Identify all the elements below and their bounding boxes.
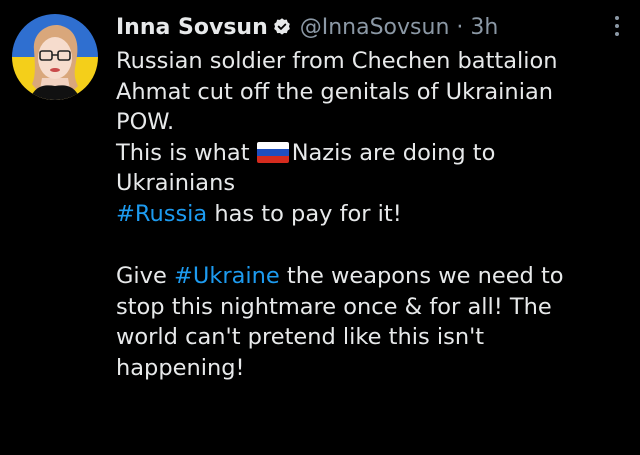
- russia-flag-emoji-icon: [256, 141, 289, 163]
- tweet-card: Inna Sovsun @InnaSovsun · 3h Russian sol…: [0, 0, 640, 455]
- tweet-line: Ahmat cut off the genitals of Ukrainian: [116, 78, 553, 105]
- author-handle[interactable]: @InnaSovsun: [300, 15, 450, 40]
- verified-badge-icon: [272, 17, 292, 37]
- user-avatar-photo-icon: [30, 25, 80, 100]
- hashtag-link-ukraine[interactable]: #Ukraine: [174, 263, 280, 289]
- tweet-line: stop this nightmare once & for all! The: [116, 293, 552, 320]
- tweet-line: happening!: [116, 354, 245, 381]
- author-avatar[interactable]: [12, 14, 98, 100]
- tweet-line: world can't pretend like this isn't: [116, 324, 485, 350]
- tweet-line: Russian soldier from Chechen battalion: [116, 48, 558, 74]
- tweet-text-segment: This is what: [116, 139, 257, 166]
- separator-dot: ·: [456, 14, 464, 40]
- tweet-line: Give #Ukraine the weapons we need to: [116, 261, 626, 292]
- author-display-name[interactable]: Inna Sovsun: [116, 15, 268, 40]
- tweet-line: #Russia has to pay for it!: [116, 199, 626, 230]
- tweet-line: Ukrainians: [116, 170, 236, 196]
- tweet-timestamp[interactable]: 3h: [470, 15, 498, 40]
- tweet-text: Russian soldier from Chechen battalion A…: [116, 46, 626, 383]
- tweet-text-segment: the weapons we need to: [279, 263, 564, 289]
- hashtag-link-russia[interactable]: #Russia: [116, 201, 207, 227]
- tweet-text-segment: Nazis are doing to: [291, 139, 496, 166]
- tweet-header: Inna Sovsun @InnaSovsun · 3h: [116, 10, 498, 44]
- tweet-line: POW.: [116, 109, 175, 135]
- more-vertical-icon[interactable]: [614, 16, 620, 38]
- tweet-line: This is what Nazis are doing to: [116, 138, 626, 169]
- tweet-text-segment: has to pay for it!: [207, 200, 402, 227]
- tweet-text-segment: Give: [116, 263, 174, 289]
